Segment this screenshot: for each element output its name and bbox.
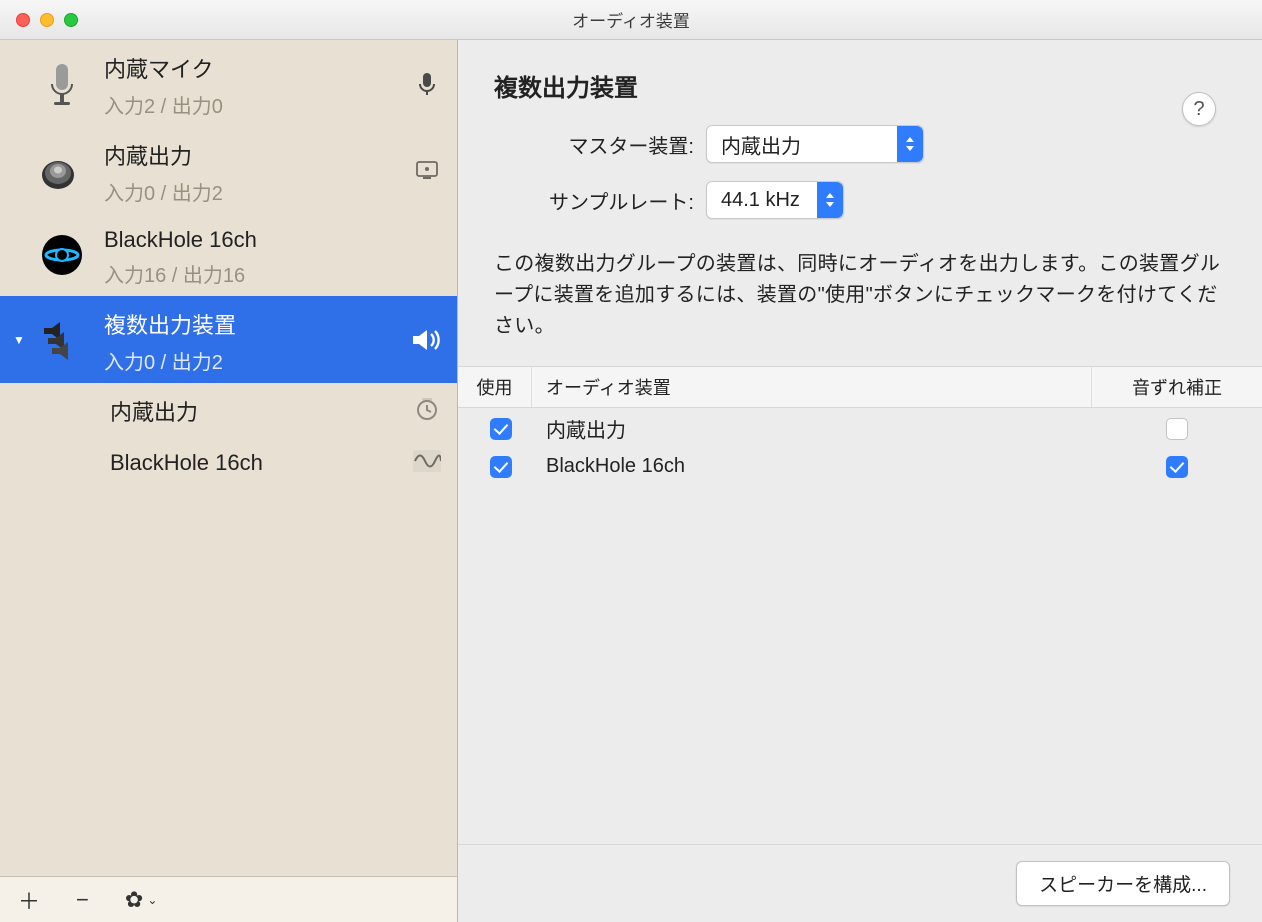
description-text: この複数出力グループの装置は、同時にオーディオを出力します。この装置グループに装… — [494, 249, 1226, 342]
multi-output-icon — [30, 316, 94, 364]
sample-rate-select[interactable]: 44.1 kHz — [706, 181, 844, 219]
device-text: 内蔵マイク 入力2 / 出力0 — [94, 48, 409, 119]
device-io: 入力2 / 出力0 — [104, 90, 409, 119]
sample-rate-row: サンプルレート: 44.1 kHz — [494, 181, 1226, 219]
close-window-button[interactable] — [16, 13, 30, 27]
gear-icon: ✿ — [125, 887, 143, 913]
chevron-down-icon: ⌄ — [147, 893, 157, 907]
help-button[interactable]: ? — [1182, 92, 1216, 126]
device-text: 内蔵出力 入力0 / 出力2 — [94, 135, 409, 206]
mic-small-icon — [409, 72, 445, 96]
configure-speakers-button[interactable]: スピーカーを構成... — [1016, 861, 1230, 906]
minimize-window-button[interactable] — [40, 13, 54, 27]
table-row[interactable]: 内蔵出力 — [458, 408, 1262, 449]
device-row-builtin-output[interactable]: 内蔵出力 入力0 / 出力2 — [0, 127, 457, 214]
mic-icon — [30, 60, 94, 108]
remove-device-button[interactable]: − — [76, 887, 89, 913]
device-io: 入力0 / 出力2 — [104, 177, 409, 206]
device-text: 複数出力装置 入力0 / 出力2 — [94, 304, 409, 375]
device-name: 内蔵出力 — [110, 391, 409, 427]
device-row-multi-output[interactable]: ▼ 複数出力装置 入力0 / 出力2 — [0, 296, 457, 383]
drift-checkbox[interactable] — [1166, 418, 1188, 440]
clock-icon — [409, 397, 445, 421]
master-device-select[interactable]: 内蔵出力 — [706, 125, 924, 163]
device-subrow-builtin-output[interactable]: 内蔵出力 — [0, 383, 457, 435]
zoom-window-button[interactable] — [64, 13, 78, 27]
detail-scroll: 複数出力装置 マスター装置: 内蔵出力 サンプルレート: 44.1 kHz この… — [458, 40, 1262, 844]
main-split: 内蔵マイク 入力2 / 出力0 内蔵出力 入力0 / 出力2 — [0, 40, 1262, 922]
column-drift[interactable]: 音ずれ補正 — [1092, 367, 1262, 407]
row-device-name: 内蔵出力 — [532, 414, 1092, 443]
device-name: 内蔵出力 — [104, 135, 409, 171]
device-name: BlackHole 16ch — [110, 446, 409, 476]
master-device-label: マスター装置: — [494, 130, 694, 159]
disclosure-triangle-icon[interactable]: ▼ — [12, 333, 26, 347]
detail-title: 複数出力装置 — [494, 68, 1226, 103]
blackhole-icon — [30, 231, 94, 279]
table-row[interactable]: BlackHole 16ch — [458, 449, 1262, 484]
device-io: 入力0 / 出力2 — [104, 346, 409, 375]
titlebar: オーディオ装置 — [0, 0, 1262, 40]
column-use[interactable]: 使用 — [458, 367, 532, 407]
speaker-icon — [30, 147, 94, 195]
row-device-name: BlackHole 16ch — [532, 455, 1092, 478]
device-text: BlackHole 16ch 入力16 / 出力16 — [94, 223, 409, 288]
volume-icon — [409, 328, 445, 352]
add-device-button[interactable]: ＋ — [18, 884, 40, 916]
master-device-row: マスター装置: 内蔵出力 — [494, 125, 1226, 163]
device-io: 入力16 / 出力16 — [104, 259, 409, 288]
traffic-lights — [0, 13, 78, 27]
column-name[interactable]: オーディオ装置 — [532, 367, 1092, 407]
device-subrow-blackhole[interactable]: BlackHole 16ch — [0, 435, 457, 487]
display-small-icon — [409, 160, 445, 182]
sample-rate-label: サンプルレート: — [494, 186, 694, 215]
device-name: 内蔵マイク — [104, 48, 409, 84]
device-table: 使用 オーディオ装置 音ずれ補正 内蔵出力 BlackHole 16ch — [458, 366, 1262, 484]
device-text: 内蔵出力 — [100, 391, 409, 427]
device-table-body: 内蔵出力 BlackHole 16ch — [458, 408, 1262, 484]
select-stepper-icon — [897, 126, 923, 162]
sidebar-toolbar: ＋ − ✿ ⌄ — [0, 876, 457, 922]
window-title: オーディオ装置 — [0, 7, 1262, 32]
sidebar: 内蔵マイク 入力2 / 出力0 内蔵出力 入力0 / 出力2 — [0, 40, 458, 922]
drift-checkbox[interactable] — [1166, 456, 1188, 478]
detail-footer: スピーカーを構成... — [458, 844, 1262, 922]
select-stepper-icon — [817, 182, 843, 218]
device-list: 内蔵マイク 入力2 / 出力0 内蔵出力 入力0 / 出力2 — [0, 40, 457, 876]
detail-pane: ? 複数出力装置 マスター装置: 内蔵出力 サンプルレート: 44.1 kHz … — [458, 40, 1262, 922]
device-row-blackhole[interactable]: BlackHole 16ch 入力16 / 出力16 — [0, 214, 457, 296]
device-name: BlackHole 16ch — [104, 223, 409, 253]
master-device-value: 内蔵出力 — [707, 130, 897, 159]
waveform-icon — [409, 450, 445, 472]
sample-rate-value: 44.1 kHz — [707, 189, 817, 212]
device-table-header: 使用 オーディオ装置 音ずれ補正 — [458, 366, 1262, 408]
use-checkbox[interactable] — [490, 418, 512, 440]
device-row-builtin-mic[interactable]: 内蔵マイク 入力2 / 出力0 — [0, 40, 457, 127]
action-menu-button[interactable]: ✿ ⌄ — [125, 887, 158, 913]
device-name: 複数出力装置 — [104, 304, 409, 340]
device-text: BlackHole 16ch — [100, 446, 409, 476]
use-checkbox[interactable] — [490, 456, 512, 478]
